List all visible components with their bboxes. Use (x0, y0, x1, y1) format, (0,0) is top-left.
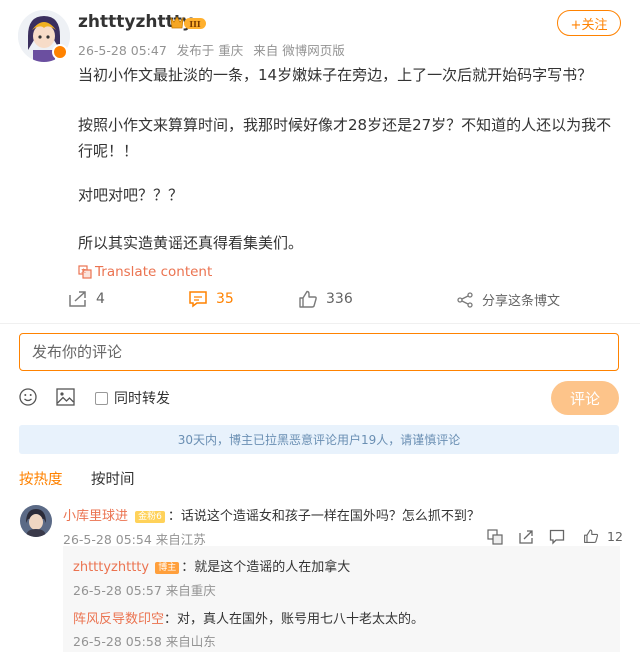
share-icon (457, 291, 473, 308)
comment-like-button[interactable]: 12 (583, 528, 623, 544)
image-icon[interactable] (56, 388, 75, 410)
submit-comment-button[interactable]: 评论 (551, 381, 619, 415)
like-button[interactable]: 336 (298, 290, 353, 308)
post-source: 来自 微博网页版 (253, 43, 345, 58)
post-location: 发布于 重庆 (176, 43, 244, 58)
verified-icon (52, 44, 68, 60)
also-repost-label: 同时转发 (114, 391, 170, 407)
post-paragraph-3: 对吧对吧？？？ (78, 186, 184, 204)
comment-input[interactable] (19, 333, 619, 371)
emoji-icon[interactable] (19, 388, 37, 410)
checkbox-box[interactable] (95, 391, 108, 405)
commenter-avatar[interactable] (20, 505, 52, 537)
reply-text: ：对，真人在国外，账号用七八十老太太的。 (164, 612, 425, 627)
share-label: 分享这条博文 (482, 294, 561, 309)
blocked-users-notice: 30天内，博主已拉黑恶意评论用户19人，请谨慎评论 (19, 425, 619, 454)
tab-sort-time[interactable]: 按时间 (91, 468, 135, 489)
fan-badge: 金粉6 (135, 511, 165, 523)
section-divider (0, 323, 640, 324)
translate-link[interactable]: 文 Translate content (78, 264, 212, 280)
comment-line: 小库里球进 金粉6 ：话说这个造谣女和孩子一样在国外吗？怎么抓不到？ (63, 505, 480, 524)
repost-count: 4 (96, 291, 105, 307)
also-repost-checkbox[interactable]: 同时转发 (95, 388, 170, 408)
post-paragraph-4: 所以其实造黄谣还真得看集美们。 (78, 234, 304, 252)
reply-author-name[interactable]: 阵风反导数印空 (73, 612, 164, 627)
share-button[interactable]: 分享这条博文 (456, 290, 560, 309)
comment-count: 35 (216, 291, 234, 307)
thumbs-up-icon (299, 290, 317, 308)
post-paragraph-1: 当初小作文最扯淡的一条，14岁嫩妹子在旁边，上了一次后就开始码字写书？ (78, 66, 593, 84)
like-count: 336 (326, 291, 353, 307)
reply-author-name[interactable]: zhtttyzhttty (73, 560, 149, 575)
translate-icon: 文 (78, 265, 92, 279)
thumbs-up-icon (584, 529, 599, 543)
reply-meta: 26-5-28 05:57 来自重庆 (73, 583, 216, 598)
translate-label: Translate content (95, 264, 213, 280)
reply-text: ：就是这个造谣的人在加拿大 (181, 560, 351, 575)
reply-line: 阵风反导数印空：对，真人在国外，账号用七八十老太太的。 (73, 608, 424, 627)
reply-meta: 26-5-28 05:58 来自山东 (73, 634, 216, 649)
follow-button[interactable]: +关注 (557, 10, 621, 36)
repost-icon (69, 291, 86, 307)
comment-like-count: 12 (607, 528, 623, 544)
comment-button[interactable]: 35 (188, 290, 234, 308)
reply-line: zhtttyzhttty 博主 ：就是这个造谣的人在加拿大 (73, 556, 350, 575)
post-paragraph-2: 按照小作文来算算时间，我那时候好像才28岁还是27岁？不知道的人还以为我不行呢！… (78, 116, 612, 160)
author-badge: 博主 (155, 562, 180, 574)
post-meta: 26-5-28 05:47 发布于 重庆 来自 微博网页版 (78, 40, 351, 59)
comment-icon (189, 291, 207, 308)
vip-badge-icon: III (169, 14, 207, 32)
post-time[interactable]: 26-5-28 05:47 (78, 43, 167, 58)
repost-button[interactable]: 4 (68, 290, 105, 308)
tab-sort-hot[interactable]: 按热度 (19, 468, 63, 489)
svg-text:III: III (189, 19, 200, 29)
commenter-name[interactable]: 小库里球进 (63, 509, 128, 524)
svg-text:文: 文 (81, 268, 86, 275)
comment-text: ：话说这个造谣女和孩子一样在国外吗？怎么抓不到？ (167, 509, 480, 524)
